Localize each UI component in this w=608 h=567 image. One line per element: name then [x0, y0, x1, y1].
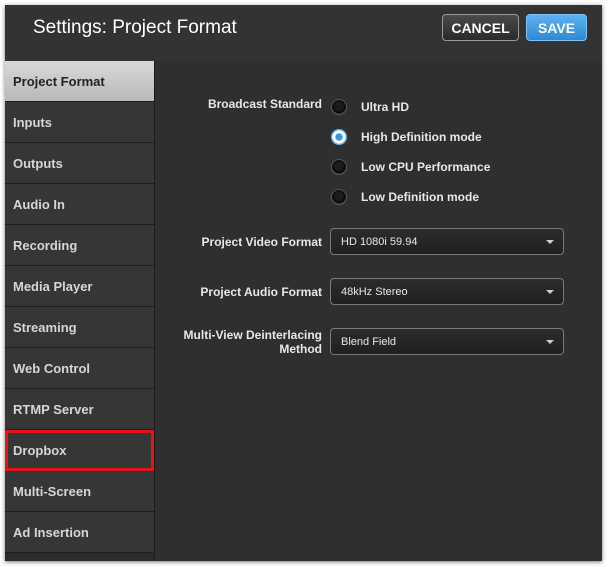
radio-option-high-definition[interactable]: High Definition mode: [331, 127, 482, 147]
video-format-select[interactable]: HD 1080i 59.94: [330, 228, 564, 255]
deinterlacing-value: Blend Field: [341, 335, 397, 348]
radio-button-icon[interactable]: [331, 159, 347, 175]
sidebar-item-label: Multi-Screen: [13, 483, 92, 499]
sidebar-item-project-format[interactable]: Project Format: [5, 61, 154, 102]
settings-content: Broadcast Standard Ultra HD High Definit…: [155, 61, 602, 561]
sidebar-item-outputs[interactable]: Outputs: [5, 143, 154, 184]
sidebar-item-label: Project Format: [13, 73, 105, 89]
radio-label: Low Definition mode: [361, 190, 479, 204]
radio-button-icon[interactable]: [331, 129, 347, 145]
sidebar-item-web-control[interactable]: Web Control: [5, 348, 154, 389]
sidebar-item-label: Inputs: [13, 114, 52, 130]
deinterlacing-label-line1: Multi-View Deinterlacing: [183, 328, 322, 342]
radio-label: Ultra HD: [361, 100, 410, 114]
cancel-button[interactable]: CANCEL: [442, 14, 519, 41]
sidebar-item-label: Recording: [13, 237, 78, 253]
sidebar-item-media-player[interactable]: Media Player: [5, 266, 154, 307]
audio-format-select[interactable]: 48kHz Stereo: [330, 278, 564, 305]
sidebar-item-dropbox[interactable]: Dropbox: [5, 430, 154, 471]
chevron-down-icon: [546, 340, 554, 344]
header-bar: Settings: Project Format CANCEL SAVE: [5, 5, 602, 61]
sidebar-item-ad-insertion[interactable]: Ad Insertion: [5, 512, 154, 553]
sidebar-item-label: RTMP Server: [13, 401, 94, 417]
sidebar-item-label: Web Control: [13, 360, 91, 376]
page-title: Settings: Project Format: [33, 17, 237, 38]
chevron-down-icon: [546, 290, 554, 294]
sidebar-item-inputs[interactable]: Inputs: [5, 102, 154, 143]
radio-button-icon[interactable]: [331, 189, 347, 205]
radio-label: High Definition mode: [361, 130, 482, 144]
sidebar-item-recording[interactable]: Recording: [5, 225, 154, 266]
deinterlacing-label-line2: Method: [279, 342, 322, 356]
sidebar-item-streaming[interactable]: Streaming: [5, 307, 154, 348]
audio-format-value: 48kHz Stereo: [341, 285, 408, 298]
sidebar-item-label: Streaming: [13, 319, 77, 335]
sidebar-item-audio-in[interactable]: Audio In: [5, 184, 154, 225]
deinterlacing-label: Multi-View Deinterlacing Method: [165, 328, 322, 356]
settings-window: Settings: Project Format CANCEL SAVE Pro…: [5, 5, 602, 561]
radio-button-icon[interactable]: [331, 99, 347, 115]
sidebar-item-label: Audio In: [13, 196, 65, 212]
radio-label: Low CPU Performance: [361, 160, 491, 174]
sidebar-item-label: Outputs: [13, 155, 63, 171]
audio-format-label: Project Audio Format: [200, 285, 322, 299]
video-format-label: Project Video Format: [201, 235, 322, 249]
video-format-value: HD 1080i 59.94: [341, 235, 418, 248]
save-button[interactable]: SAVE: [526, 14, 587, 41]
chevron-down-icon: [546, 240, 554, 244]
radio-option-low-cpu[interactable]: Low CPU Performance: [331, 157, 490, 177]
sidebar-item-label: Ad Insertion: [13, 524, 89, 540]
radio-option-ultra-hd[interactable]: Ultra HD: [331, 97, 409, 117]
broadcast-standard-label: Broadcast Standard: [207, 97, 322, 111]
radio-option-low-definition[interactable]: Low Definition mode: [331, 187, 479, 207]
sidebar-item-label: Media Player: [13, 278, 93, 294]
sidebar-item-label: Dropbox: [13, 442, 67, 458]
sidebar-item-multi-screen[interactable]: Multi-Screen: [5, 471, 154, 512]
deinterlacing-select[interactable]: Blend Field: [330, 328, 564, 355]
settings-sidebar: Project Format Inputs Outputs Audio In R…: [5, 61, 155, 561]
sidebar-item-rtmp-server[interactable]: RTMP Server: [5, 389, 154, 430]
